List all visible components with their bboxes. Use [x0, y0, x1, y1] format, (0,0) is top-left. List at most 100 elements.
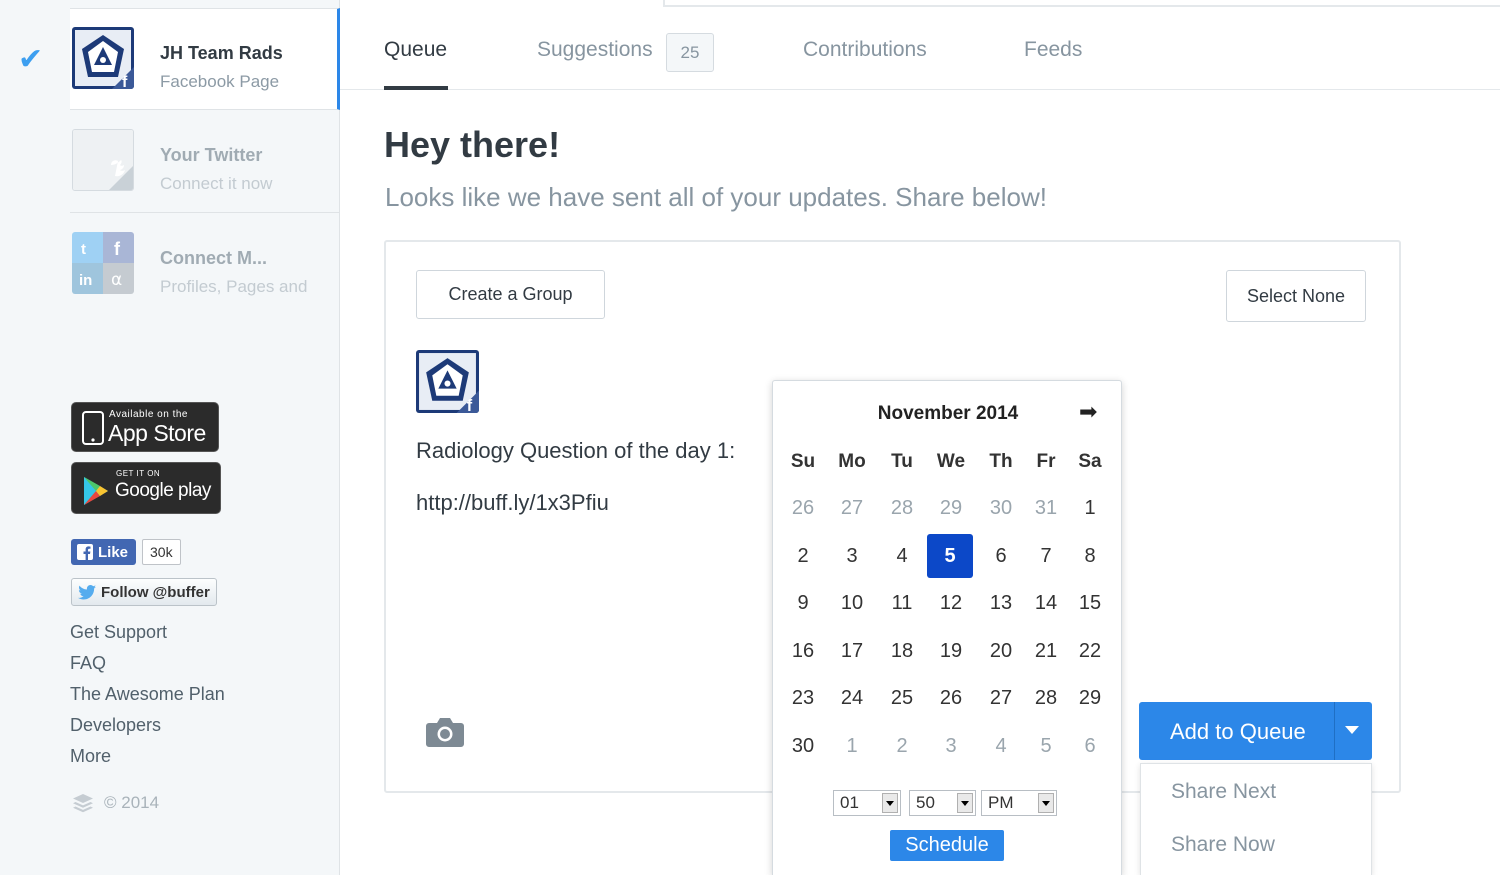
sidebar-links: Get Support FAQ The Awesome Plan Develop… — [70, 620, 225, 775]
calendar-day[interactable]: 11 — [879, 581, 925, 625]
calendar-day[interactable]: 29 — [928, 486, 974, 530]
app-store-badge[interactable]: Available on the App Store — [71, 402, 219, 452]
schedule-button[interactable]: Schedule — [890, 830, 1004, 861]
calendar-day[interactable]: 18 — [879, 629, 925, 673]
facebook-like-widget[interactable]: Like 30k — [71, 538, 181, 566]
arrow-right-icon[interactable]: ➡ — [1079, 399, 1097, 425]
tab-queue[interactable]: Queue — [384, 38, 447, 62]
select-none-button[interactable]: Select None — [1226, 270, 1366, 322]
link-faq[interactable]: FAQ — [70, 651, 225, 682]
calendar-day[interactable]: 20 — [978, 629, 1024, 673]
tab-suggestions[interactable]: Suggestions — [537, 38, 653, 62]
link-more[interactable]: More — [70, 744, 225, 775]
calendar-day[interactable]: 12 — [928, 581, 974, 625]
ampm-select[interactable]: PM — [981, 790, 1057, 816]
calendar-day[interactable]: 30 — [978, 486, 1024, 530]
account-type: Facebook Page — [160, 72, 280, 91]
calendar-day[interactable]: 2 — [780, 534, 826, 578]
calendar-day[interactable]: 3 — [829, 534, 875, 578]
account-connect-more[interactable]: t f in α Connect M... Profiles, Pages an… — [70, 214, 340, 316]
calendar-day[interactable]: 28 — [1023, 676, 1069, 720]
camera-icon[interactable] — [426, 717, 464, 747]
calendar-day[interactable]: 23 — [780, 676, 826, 720]
calendar-day[interactable]: 22 — [1067, 629, 1113, 673]
calendar-day[interactable]: 28 — [879, 486, 925, 530]
calendar-day[interactable]: 3 — [928, 724, 974, 768]
calendar-day-selected[interactable]: 5 — [927, 533, 973, 578]
calendar-day[interactable]: 16 — [780, 629, 826, 673]
weekday-header: Mo — [838, 451, 866, 472]
ampm-value: PM — [988, 793, 1014, 812]
minute-select[interactable]: 50 — [909, 790, 976, 816]
calendar-day[interactable]: 4 — [879, 534, 925, 578]
twitter-follow-label: Follow @buffer — [101, 583, 210, 601]
minute-value: 50 — [916, 793, 935, 812]
google-play-small-text: GET IT ON — [116, 469, 161, 478]
chevron-down-icon — [882, 793, 898, 813]
menu-share-next[interactable]: Share Next — [1171, 780, 1276, 804]
calendar-day[interactable]: 17 — [829, 629, 875, 673]
facebook-like-button[interactable]: Like — [71, 539, 137, 565]
calendar-day[interactable]: 27 — [829, 486, 875, 530]
calendar-day[interactable]: 8 — [1067, 534, 1113, 578]
calendar-day[interactable]: 25 — [879, 676, 925, 720]
app-store-small-text: Available on the — [109, 409, 188, 420]
account-connect-link[interactable]: Connect it now — [160, 174, 272, 194]
twitter-bird-icon — [78, 584, 96, 599]
buffer-logo-icon — [73, 794, 93, 813]
chevron-down-icon — [1038, 793, 1054, 813]
page-heading: Hey there! — [384, 124, 561, 165]
share-options-menu: Share Next Share Now — [1140, 763, 1372, 875]
chevron-down-icon[interactable] — [1345, 726, 1359, 734]
create-group-button[interactable]: Create a Group — [416, 270, 605, 319]
calendar-day[interactable]: 15 — [1067, 581, 1113, 625]
suggestions-count-badge: 25 — [666, 33, 714, 72]
selected-profile-avatar[interactable]: f — [416, 350, 479, 413]
tab-contributions[interactable]: Contributions — [803, 38, 927, 62]
calendar-day[interactable]: 30 — [780, 724, 826, 768]
link-developers[interactable]: Developers — [70, 713, 225, 744]
twitter-follow-button[interactable]: Follow @buffer — [71, 578, 217, 606]
link-get-support[interactable]: Get Support — [70, 620, 225, 651]
account-subtitle: Profiles, Pages and — [160, 277, 308, 296]
calendar-day[interactable]: 6 — [1067, 724, 1113, 768]
calendar-day[interactable]: 26 — [928, 676, 974, 720]
account-twitter-connect[interactable]: Your Twitter Connect it now — [70, 111, 340, 213]
calendar-day[interactable]: 14 — [1023, 581, 1069, 625]
calendar-day[interactable]: 27 — [978, 676, 1024, 720]
link-awesome-plan[interactable]: The Awesome Plan — [70, 682, 225, 713]
calendar-day[interactable]: 1 — [1067, 486, 1113, 530]
weekday-header: Su — [790, 451, 816, 472]
calendar-day[interactable]: 2 — [879, 724, 925, 768]
calendar-day[interactable]: 31 — [1023, 486, 1069, 530]
calendar-day[interactable]: 9 — [780, 581, 826, 625]
calendar-day[interactable]: 6 — [978, 534, 1024, 578]
calendar-day[interactable]: 4 — [978, 724, 1024, 768]
calendar-day[interactable]: 13 — [978, 581, 1024, 625]
post-link[interactable]: http://buff.ly/1x3Pfiu — [416, 490, 609, 516]
weekday-header: We — [936, 451, 966, 472]
networks-grid-icon: t f in α — [72, 232, 134, 294]
calendar-day[interactable]: 7 — [1023, 534, 1069, 578]
active-tab-indicator — [384, 86, 448, 90]
calendar-day[interactable]: 1 — [829, 724, 875, 768]
add-to-queue-button[interactable]: Add to Queue — [1139, 702, 1372, 760]
hour-value: 01 — [840, 793, 859, 812]
post-text[interactable]: Radiology Question of the day 1: — [416, 438, 735, 464]
calendar-day[interactable]: 21 — [1023, 629, 1069, 673]
add-to-queue-label: Add to Queue — [1170, 719, 1306, 744]
calendar-day[interactable]: 29 — [1067, 676, 1113, 720]
account-name: Your Twitter — [160, 145, 263, 165]
calendar-day[interactable]: 19 — [928, 629, 974, 673]
calendar-month-label: November 2014 — [877, 403, 1019, 424]
app-store-text: App Store — [108, 420, 206, 446]
google-play-badge[interactable]: GET IT ON Google play — [71, 462, 221, 514]
calendar-day[interactable]: 5 — [1023, 724, 1069, 768]
calendar-day[interactable]: 24 — [829, 676, 875, 720]
hour-select[interactable]: 01 — [833, 790, 901, 816]
tab-feeds[interactable]: Feeds — [1024, 38, 1082, 62]
menu-share-now[interactable]: Share Now — [1171, 833, 1275, 857]
account-facebook-page[interactable]: f JH Team Rads Facebook Page — [70, 8, 340, 110]
calendar-day[interactable]: 26 — [780, 486, 826, 530]
calendar-day[interactable]: 10 — [829, 581, 875, 625]
